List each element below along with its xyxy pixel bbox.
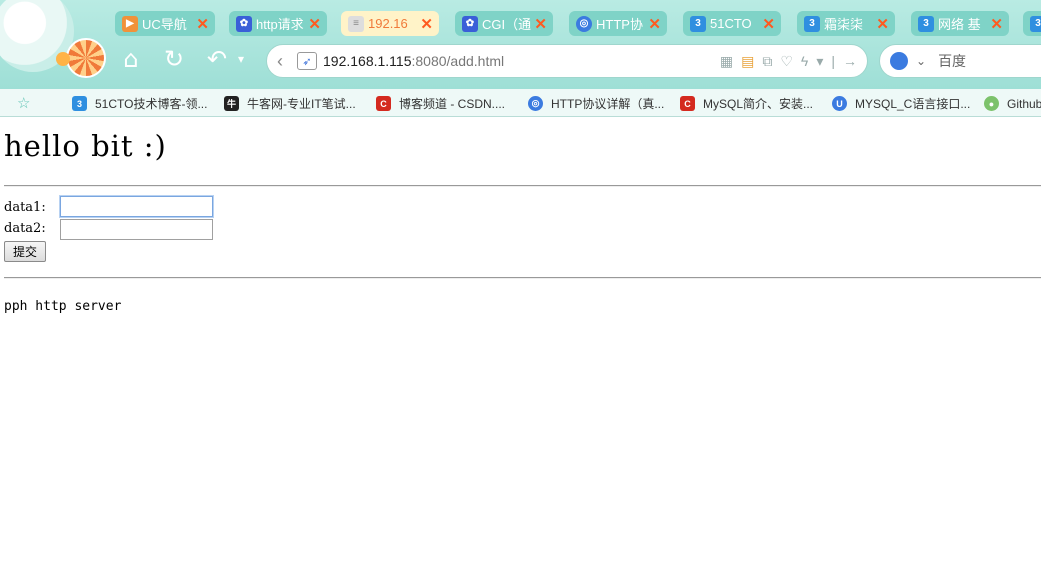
cto-icon: 3: [804, 15, 820, 32]
search-bar[interactable]: ⌄ 百度: [879, 44, 1041, 78]
address-bar[interactable]: ‹ ➶ 192.168.1.115:8080/add.html ▦ ▤ ⧉ ♡ …: [266, 44, 868, 78]
data1-input[interactable]: [60, 196, 213, 217]
globe-icon: ◎: [528, 96, 543, 111]
csdn-icon: C: [680, 96, 695, 111]
tab-close-icon[interactable]: ✕: [420, 15, 433, 33]
tab-close-icon[interactable]: ✕: [308, 15, 321, 33]
data2-label: data2:: [4, 221, 46, 236]
tab-close-icon[interactable]: ✕: [990, 15, 1003, 33]
screenshot-icon[interactable]: ⧉: [762, 53, 772, 70]
server-signature: pph http server: [4, 299, 122, 314]
tab-label: 51CTO: [710, 16, 752, 31]
bookmark-item[interactable]: C 博客频道 - CSDN....: [376, 95, 505, 112]
divider: [4, 277, 1041, 279]
globe-icon: ◎: [576, 15, 592, 32]
undo-icon[interactable]: ↶: [204, 45, 230, 73]
csdn-icon: C: [376, 96, 391, 111]
cto-icon: 3: [72, 96, 87, 111]
star-icon[interactable]: ☆: [17, 94, 30, 112]
github-icon: ●: [984, 96, 999, 111]
tab-label: 网络 基: [938, 17, 981, 32]
home-icon[interactable]: ⌂: [118, 45, 144, 73]
lightning-icon[interactable]: ϟ: [801, 53, 808, 69]
tab-label: CGI（通: [482, 17, 532, 32]
tab-close-icon[interactable]: ✕: [648, 15, 661, 33]
nowcoder-icon: 牛: [224, 96, 239, 111]
cto-icon: 3: [1030, 15, 1041, 32]
bookmark-label: HTTP协议详解（真...: [551, 97, 665, 111]
tab-http-request[interactable]: ✿ http请求 ✕: [229, 11, 327, 36]
bookmark-item[interactable]: ● Github: [984, 95, 1041, 112]
bookmark-label: Github: [1007, 96, 1041, 111]
submit-button[interactable]: 提交: [4, 241, 46, 262]
browser-chrome: ▶ UC导航 ✕ ✿ http请求 ✕ ≡ 192.16 ✕ ✿ CGI（通 ✕…: [0, 0, 1041, 89]
tab-close-icon[interactable]: ✕: [762, 15, 775, 33]
baidu-paw-icon[interactable]: [890, 52, 908, 70]
tab-label: 霜柒柒: [824, 17, 864, 32]
tab-network[interactable]: 3 网络 基 ✕: [911, 11, 1009, 36]
tab-close-icon[interactable]: ✕: [196, 15, 209, 33]
tab-active-page[interactable]: ≡ 192.16 ✕: [341, 11, 439, 36]
qr-code-icon[interactable]: ▦: [720, 53, 733, 70]
tab-51cto[interactable]: 3 51CTO ✕: [683, 11, 781, 36]
tab-close-icon[interactable]: ✕: [876, 15, 889, 33]
tab-overflow[interactable]: 3: [1023, 11, 1041, 36]
bookmark-label: MYSQL_C语言接口...: [855, 97, 971, 111]
divider: |: [831, 53, 835, 69]
tab-strip: ▶ UC导航 ✕ ✿ http请求 ✕ ≡ 192.16 ✕ ✿ CGI（通 ✕…: [103, 8, 1041, 38]
bookmark-label: 牛客网-专业IT笔试...: [247, 97, 356, 111]
bookmark-item[interactable]: 3 51CTO技术博客-领...: [72, 95, 207, 112]
cto-icon: 3: [918, 15, 934, 32]
url-host: 192.168.1.115: [323, 53, 412, 69]
data1-label: data1:: [4, 200, 46, 215]
logo-candy-small-icon: [56, 52, 70, 66]
go-arrow-icon[interactable]: →: [843, 53, 857, 69]
bookmark-item[interactable]: ◎ HTTP协议详解（真...: [528, 95, 664, 112]
uc-icon: U: [832, 96, 847, 111]
uc-nav-icon: ▶: [122, 15, 138, 32]
tab-label: 192.16: [368, 16, 408, 31]
tab-http-protocol[interactable]: ◎ HTTP协 ✕: [569, 11, 667, 36]
cto-icon: 3: [690, 15, 706, 32]
baidu-paw-icon: ✿: [462, 15, 478, 32]
search-engine-name: 百度: [938, 53, 967, 69]
tab-close-icon[interactable]: ✕: [534, 15, 547, 33]
tab-label: HTTP协: [596, 17, 643, 32]
page-heading: hello bit :): [4, 129, 167, 163]
dropdown-icon[interactable]: ▾: [816, 53, 823, 70]
bookmark-item[interactable]: 牛 牛客网-专业IT笔试...: [224, 95, 356, 112]
bookmark-label: 博客频道 - CSDN....: [399, 97, 506, 111]
bookmark-item[interactable]: C MySQL简介、安装...: [680, 95, 813, 112]
url-path: :8080/add.html: [411, 53, 505, 69]
bookmark-label: MySQL简介、安装...: [703, 97, 814, 111]
data2-input[interactable]: [60, 219, 213, 240]
undo-dropdown-icon[interactable]: ▾: [228, 45, 254, 73]
site-info-icon[interactable]: ➶: [297, 52, 317, 70]
logo-candy-icon: [66, 38, 106, 78]
bookmarks-bar: ☆ 3 51CTO技术博客-领... 牛 牛客网-专业IT笔试... C 博客频…: [0, 89, 1041, 117]
favorite-heart-icon[interactable]: ♡: [780, 53, 793, 70]
address-tools: ▦ ▤ ⧉ ♡ ϟ ▾ | →: [720, 45, 857, 77]
reader-mode-icon[interactable]: ▤: [741, 53, 754, 70]
tab-shuangqiqi[interactable]: 3 霜柒柒 ✕: [797, 11, 895, 36]
tab-label: http请求: [256, 17, 304, 32]
tab-uc-nav[interactable]: ▶ UC导航 ✕: [115, 11, 215, 36]
page-loading-icon: ≡: [348, 15, 364, 32]
uc-browser-logo[interactable]: [0, 0, 110, 88]
refresh-icon[interactable]: ↻: [161, 45, 187, 73]
page-content: hello bit :) data1: data2: 提交 pph http s…: [0, 118, 1041, 574]
bookmark-item[interactable]: U MYSQL_C语言接口...: [832, 95, 970, 112]
divider: [4, 185, 1041, 187]
bookmark-label: 51CTO技术博客-领...: [95, 97, 208, 111]
baidu-paw-icon: ✿: [236, 15, 252, 32]
tab-cgi[interactable]: ✿ CGI（通 ✕: [455, 11, 553, 36]
tab-label: UC导航: [142, 17, 187, 32]
back-arrow-icon[interactable]: ‹: [277, 51, 291, 72]
chevron-down-icon[interactable]: ⌄: [916, 54, 926, 68]
